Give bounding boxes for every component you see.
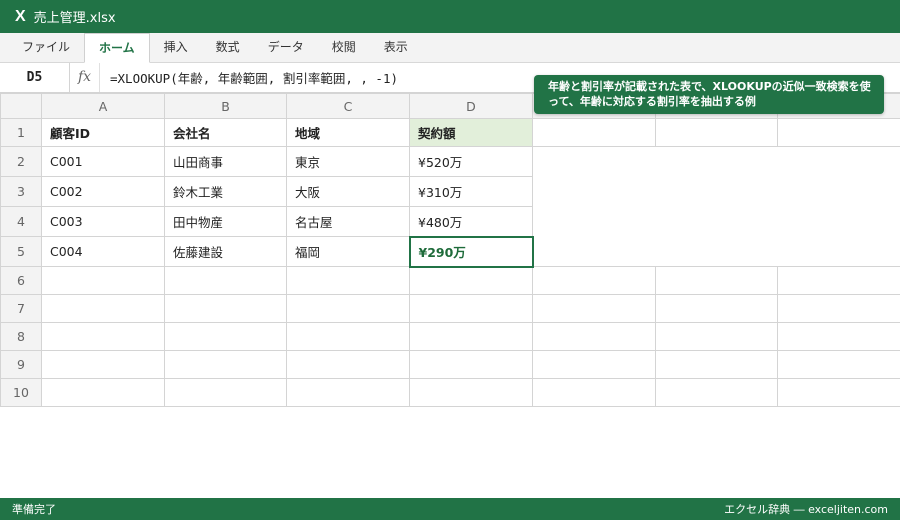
- empty-cell[interactable]: [164, 378, 287, 407]
- empty-cell[interactable]: [164, 266, 287, 295]
- ribbon-tabs: ファイル ホーム 挿入 数式 データ 校閲 表示: [0, 33, 900, 63]
- row-header-1[interactable]: 1: [0, 118, 42, 147]
- cell-a1[interactable]: 顧客ID: [41, 118, 165, 147]
- empty-cell[interactable]: [655, 322, 778, 351]
- cell-a3[interactable]: C002: [41, 176, 165, 207]
- cell-d2[interactable]: ¥520万: [409, 146, 533, 177]
- cell-a4[interactable]: C003: [41, 206, 165, 237]
- empty-cell[interactable]: [532, 294, 656, 323]
- empty-cell[interactable]: [655, 266, 778, 295]
- name-box[interactable]: D5: [0, 63, 70, 92]
- empty-cells[interactable]: [532, 206, 900, 237]
- empty-cell[interactable]: [777, 322, 900, 351]
- title-bar: X 売上管理.xlsx: [0, 0, 900, 33]
- empty-cell[interactable]: [777, 266, 900, 295]
- cell-b5[interactable]: 佐藤建設: [164, 236, 287, 267]
- empty-cell[interactable]: [41, 294, 165, 323]
- empty-cell[interactable]: [286, 378, 410, 407]
- empty-cell[interactable]: [164, 322, 287, 351]
- empty-cell[interactable]: [532, 322, 656, 351]
- tab-view[interactable]: 表示: [370, 33, 422, 62]
- empty-cell[interactable]: [655, 378, 778, 407]
- select-all-corner[interactable]: [0, 93, 42, 119]
- empty-cell[interactable]: [777, 294, 900, 323]
- row-header-3[interactable]: 3: [0, 176, 42, 207]
- empty-cell[interactable]: [286, 322, 410, 351]
- cell-a2[interactable]: C001: [41, 146, 165, 177]
- empty-cell[interactable]: [532, 266, 656, 295]
- empty-cell[interactable]: [41, 378, 165, 407]
- row-header-8[interactable]: 8: [0, 322, 42, 351]
- empty-cells[interactable]: [532, 236, 900, 267]
- cell-a5[interactable]: C004: [41, 236, 165, 267]
- empty-cell[interactable]: [777, 350, 900, 379]
- cell-b4[interactable]: 田中物産: [164, 206, 287, 237]
- cell-b3[interactable]: 鈴木工業: [164, 176, 287, 207]
- cell-g1[interactable]: [777, 118, 900, 147]
- cell-b1[interactable]: 会社名: [164, 118, 287, 147]
- annotation-callout: 年齢と割引率が記載された表で、XLOOKUPの近似一致検索を使って、年齢に対応す…: [534, 75, 884, 114]
- cell-d3[interactable]: ¥310万: [409, 176, 533, 207]
- formula-input[interactable]: =XLOOKUP(年齢, 年齢範囲, 割引率範囲, , -1): [100, 68, 398, 87]
- status-text: 準備完了: [12, 503, 56, 516]
- tab-data[interactable]: データ: [254, 33, 318, 62]
- empty-cell[interactable]: [409, 350, 533, 379]
- row-header-9[interactable]: 9: [0, 350, 42, 379]
- empty-cell[interactable]: [409, 322, 533, 351]
- column-header-a[interactable]: A: [41, 93, 165, 119]
- empty-cell[interactable]: [409, 294, 533, 323]
- tab-formulas[interactable]: 数式: [202, 33, 254, 62]
- empty-cell[interactable]: [655, 294, 778, 323]
- cell-c4[interactable]: 名古屋: [286, 206, 410, 237]
- row-header-4[interactable]: 4: [0, 206, 42, 237]
- column-header-b[interactable]: B: [164, 93, 287, 119]
- tab-review[interactable]: 校閲: [318, 33, 370, 62]
- empty-cell[interactable]: [286, 294, 410, 323]
- row-header-5[interactable]: 5: [0, 236, 42, 267]
- cell-d5-selected[interactable]: ¥290万: [408, 235, 534, 268]
- tab-file[interactable]: ファイル: [8, 33, 84, 62]
- cell-b2[interactable]: 山田商事: [164, 146, 287, 177]
- spreadsheet-grid: A B C D 1 顧客ID 会社名 地域 契約額 2 C001 山田商事 東京…: [0, 93, 900, 407]
- cell-f1[interactable]: [655, 118, 778, 147]
- empty-cell[interactable]: [41, 266, 165, 295]
- fx-icon[interactable]: fx: [70, 63, 100, 92]
- cell-e1[interactable]: [532, 118, 656, 147]
- empty-cell[interactable]: [777, 378, 900, 407]
- empty-cell[interactable]: [41, 350, 165, 379]
- empty-cell[interactable]: [164, 294, 287, 323]
- window-title: 売上管理.xlsx: [33, 11, 116, 26]
- empty-cells[interactable]: [532, 146, 900, 177]
- empty-cell[interactable]: [164, 350, 287, 379]
- empty-cell[interactable]: [409, 266, 533, 295]
- empty-cells[interactable]: [532, 176, 900, 207]
- cell-c5[interactable]: 福岡: [286, 236, 410, 267]
- empty-cell[interactable]: [286, 350, 410, 379]
- empty-cell[interactable]: [41, 322, 165, 351]
- cell-c1[interactable]: 地域: [286, 118, 410, 147]
- status-bar: 準備完了 エクセル辞典 ― exceljiten.com: [0, 498, 900, 520]
- empty-cell[interactable]: [532, 350, 656, 379]
- excel-logo-icon: X: [15, 7, 26, 25]
- cell-d4[interactable]: ¥480万: [409, 206, 533, 237]
- cell-d1[interactable]: 契約額: [409, 118, 533, 147]
- row-header-6[interactable]: 6: [0, 266, 42, 295]
- row-header-7[interactable]: 7: [0, 294, 42, 323]
- tab-home[interactable]: ホーム: [84, 33, 150, 63]
- column-header-c[interactable]: C: [286, 93, 410, 119]
- empty-cell[interactable]: [532, 378, 656, 407]
- site-credit: エクセル辞典 ― exceljiten.com: [724, 503, 888, 516]
- row-header-2[interactable]: 2: [0, 146, 42, 177]
- row-header-10[interactable]: 10: [0, 378, 42, 407]
- empty-cell[interactable]: [655, 350, 778, 379]
- empty-cell[interactable]: [286, 266, 410, 295]
- cell-c2[interactable]: 東京: [286, 146, 410, 177]
- tab-insert[interactable]: 挿入: [150, 33, 202, 62]
- column-header-d[interactable]: D: [409, 93, 533, 119]
- cell-c3[interactable]: 大阪: [286, 176, 410, 207]
- empty-cell[interactable]: [409, 378, 533, 407]
